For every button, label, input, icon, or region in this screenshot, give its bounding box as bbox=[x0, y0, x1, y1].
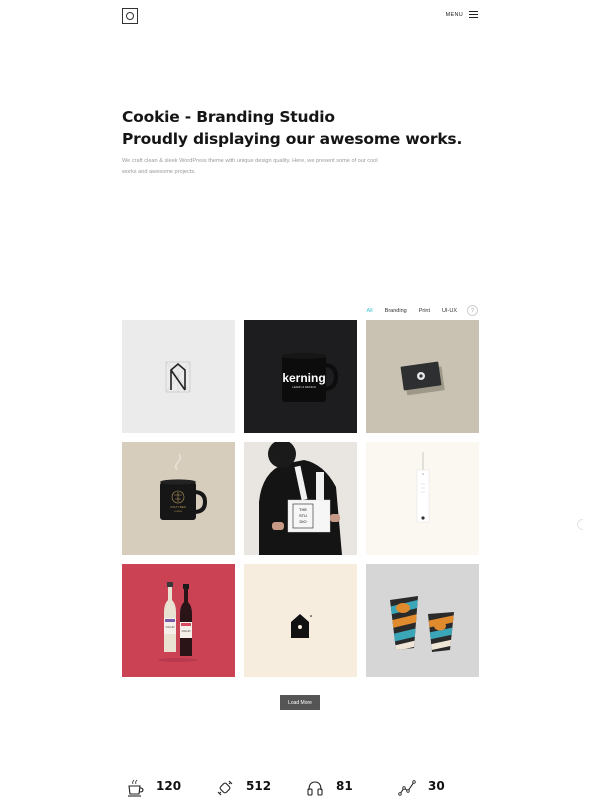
stat-item: 30 bbox=[398, 779, 445, 797]
portfolio-tile-n-logo[interactable] bbox=[122, 320, 235, 433]
hamburger-icon bbox=[469, 11, 478, 18]
stat-item: 120 bbox=[126, 779, 181, 797]
portfolio-tile-wine-bottles[interactable]: COLLIN COLLIN bbox=[122, 564, 235, 677]
portfolio-tile-business-card[interactable] bbox=[366, 320, 479, 433]
filter-branding[interactable]: Branding bbox=[385, 308, 407, 314]
svg-text:LEARN & DESIGN: LEARN & DESIGN bbox=[292, 385, 315, 389]
filter-all[interactable]: All bbox=[367, 308, 373, 314]
wine-bottles-icon: COLLIN COLLIN bbox=[158, 582, 198, 662]
stat-item: 512 bbox=[216, 779, 271, 797]
coffee-cup-icon bbox=[128, 779, 144, 797]
svg-text:DIO: DIO bbox=[299, 519, 306, 524]
svg-text:kerning: kerning bbox=[282, 371, 325, 385]
logo-icon[interactable] bbox=[122, 8, 138, 24]
stat-value: 512 bbox=[246, 779, 272, 793]
portfolio-filters: All Branding Print UI-UX ? bbox=[355, 305, 478, 316]
paper-cups-icon bbox=[390, 596, 454, 652]
question-icon[interactable]: ? bbox=[467, 305, 478, 316]
stat-item: 81 bbox=[306, 779, 353, 797]
side-next-arrow[interactable] bbox=[577, 519, 583, 530]
svg-text:STU: STU bbox=[299, 513, 307, 518]
portfolio-tile-woman-box[interactable]: THE STU DIO bbox=[244, 442, 357, 555]
portfolio-tile-black-mug[interactable]: VOLTYRES COFFEE bbox=[122, 442, 235, 555]
menu-label: MENU bbox=[445, 11, 463, 18]
mug-icon: kerning LEARN & DESIGN bbox=[282, 353, 339, 402]
svg-text:COLLIN: COLLIN bbox=[166, 626, 175, 629]
house-icon bbox=[291, 614, 312, 638]
logo-inner-circle bbox=[126, 12, 134, 20]
hero-title-line1: Cookie - Branding Studio bbox=[122, 108, 335, 126]
portfolio-tile-house-logo[interactable] bbox=[244, 564, 357, 677]
filter-print[interactable]: Print bbox=[419, 308, 430, 314]
stat-value: 30 bbox=[428, 779, 445, 793]
business-card-icon bbox=[400, 361, 445, 396]
hero-title-line2: Proudly displaying our awesome works. bbox=[122, 130, 463, 148]
load-more-button[interactable]: Load More bbox=[280, 695, 320, 710]
line-chart-icon bbox=[398, 780, 416, 796]
svg-text:VOLTYRES: VOLTYRES bbox=[170, 505, 186, 509]
woman-box-photo: THE STU DIO bbox=[259, 442, 342, 555]
svg-text:THE: THE bbox=[299, 507, 307, 512]
headphones-icon bbox=[307, 781, 323, 796]
portfolio-tile-kerning-mug[interactable]: kerning LEARN & DESIGN bbox=[244, 320, 357, 433]
svg-text:COLLIN: COLLIN bbox=[182, 630, 191, 633]
candy-icon bbox=[217, 780, 233, 796]
hero-description: We craft clean & sleek WordPress theme w… bbox=[122, 158, 378, 175]
stat-value: 81 bbox=[336, 779, 353, 793]
stat-value: 120 bbox=[156, 779, 182, 793]
n-logo-icon bbox=[165, 361, 191, 393]
hang-tag-icon bbox=[416, 452, 430, 523]
coffee-mug-icon: VOLTYRES COFFEE bbox=[160, 453, 208, 520]
portfolio-tile-hang-tag[interactable] bbox=[366, 442, 479, 555]
filter-ui-ux[interactable]: UI-UX bbox=[442, 308, 457, 314]
menu-button[interactable]: MENU bbox=[446, 11, 478, 18]
svg-text:COFFEE: COFFEE bbox=[174, 511, 183, 513]
portfolio-tile-striped-cups[interactable] bbox=[366, 564, 479, 677]
